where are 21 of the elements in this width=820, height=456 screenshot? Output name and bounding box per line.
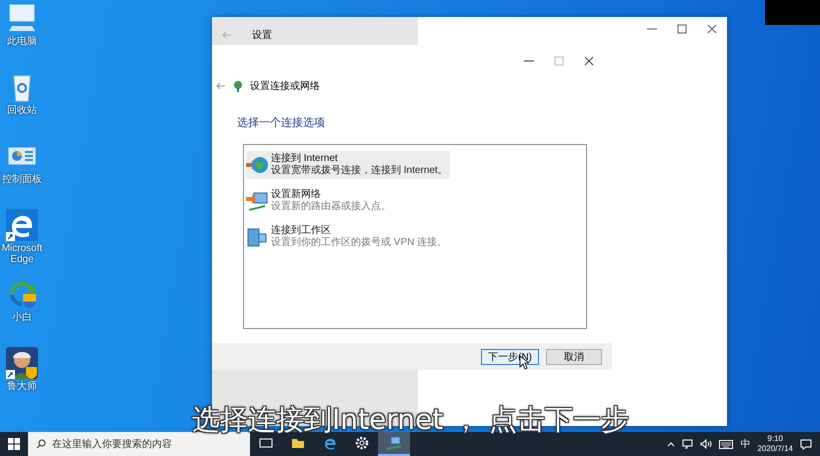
dialog-heading: 选择一个连接选项: [237, 116, 326, 130]
option-title: 连接到 Internet: [271, 153, 339, 164]
connection-option[interactable]: 连接到工作区 设置到你的工作区的拨号或 VPN 连接。: [246, 223, 450, 251]
desktop-icon-label: 鲁大师: [7, 381, 37, 392]
option-title: 连接到工作区: [271, 225, 332, 236]
option-description: 设置宽带或拨号连接，连接到 Internet。: [271, 165, 448, 177]
desktop-icon-label: 回收站: [7, 105, 37, 116]
option-description: 设置新的路由器或接入点。: [271, 201, 391, 213]
option-title: 设置新网络: [271, 189, 322, 200]
cancel-button[interactable]: 取消: [546, 348, 602, 364]
desktop-icon-label: 控制面板: [2, 174, 42, 185]
desktop-icon-label: Microsoft Edge: [0, 243, 44, 265]
connection-option[interactable]: 设置新网络 设置新的路由器或接入点。: [246, 187, 393, 215]
input-method-indicator[interactable]: 中: [740, 437, 750, 451]
dialog-title: 设置连接或网络: [250, 80, 320, 93]
connection-option[interactable]: 连接到 Internet 设置宽带或拨号连接，连接到 Internet。: [246, 151, 450, 179]
option-description: 设置到你的工作区的拨号或 VPN 连接。: [271, 237, 448, 249]
window-title: 设置: [252, 28, 272, 42]
desktop-icon-label: 小白: [12, 312, 32, 323]
desktop-icon-label: 此电脑: [7, 36, 37, 47]
clock[interactable]: 9:10 2020/7/14: [757, 434, 793, 454]
